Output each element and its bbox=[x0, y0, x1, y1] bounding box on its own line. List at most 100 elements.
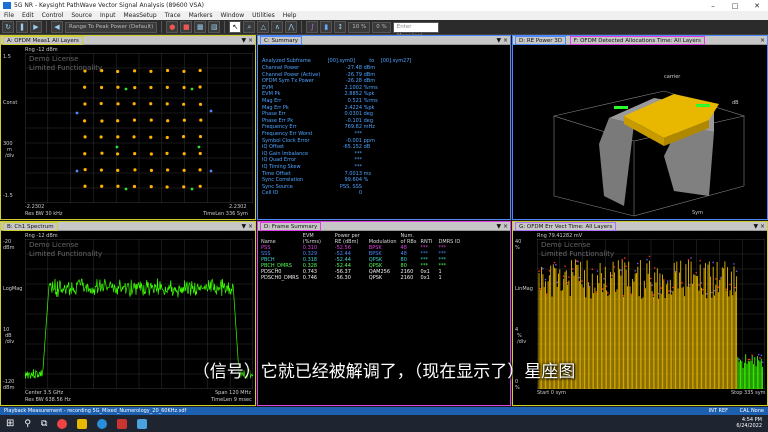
play-icon[interactable]: ▶ bbox=[30, 21, 42, 33]
menu-input[interactable]: Input bbox=[100, 12, 116, 19]
pane-g-title[interactable]: G: OFDM Err Vect Time: All Layers bbox=[515, 222, 617, 231]
constellation-point bbox=[165, 68, 170, 73]
search-input[interactable]: Enter Meas/ical bbox=[392, 21, 439, 39]
pane-3d[interactable]: D: RE Power 3D F: OFDM Detected Allocati… bbox=[512, 35, 768, 220]
summary-row: IQ Offset -65.152 dB bbox=[262, 144, 370, 150]
search-icon[interactable]: ⚲ bbox=[24, 419, 31, 429]
cursor-icon[interactable]: ↖ bbox=[229, 21, 242, 33]
explorer-icon[interactable] bbox=[77, 418, 88, 429]
bars-icon[interactable]: ▮ bbox=[320, 21, 333, 33]
menu-window[interactable]: Window bbox=[220, 12, 244, 19]
evm-marker bbox=[566, 281, 569, 284]
pane-a-title[interactable]: A: OFDM Meas1 All Layers bbox=[3, 36, 83, 45]
constellation-point-dmrs bbox=[115, 145, 119, 149]
tab-re-power-3d[interactable]: D: RE Power 3D bbox=[515, 36, 566, 45]
close-icon[interactable]: ✕ bbox=[746, 2, 768, 10]
constellation-point bbox=[132, 184, 137, 189]
summary-label: Time Offset bbox=[262, 170, 291, 177]
restart-icon[interactable]: ↻ bbox=[2, 21, 14, 33]
pane-constellation[interactable]: A: OFDM Meas1 All Layers ▼ × Rng -12 dBm… bbox=[0, 35, 256, 233]
maximize-icon[interactable]: □ bbox=[724, 2, 746, 10]
taskbar: ⊞ ⚲ ⧉ 4:54 PM 6/24/2022 bbox=[0, 415, 768, 432]
evm-marker bbox=[553, 261, 556, 264]
constellation-point bbox=[165, 102, 169, 106]
tab-detected-allocations[interactable]: F: OFDM Detected Allocations Time: All L… bbox=[569, 36, 705, 45]
menu-markers[interactable]: Markers bbox=[189, 12, 213, 19]
re-power-3d-plot[interactable]: carrier dB Sym bbox=[514, 46, 766, 218]
evm-marker bbox=[652, 294, 655, 296]
fs-col-dmrs[interactable]: DMRS ID bbox=[437, 233, 463, 245]
constellation-point bbox=[116, 85, 120, 89]
fs-col-evm[interactable]: EVM (%rms) bbox=[301, 233, 333, 245]
constellation-point-dmrs bbox=[190, 87, 194, 91]
pane-3d-window-controls[interactable]: × bbox=[760, 36, 765, 45]
window-title-bar: 5G NR - Keysight PathWave Vector Signal … bbox=[0, 0, 768, 11]
summary-row: Mag Err Pk 2.4224 %pk bbox=[262, 105, 374, 111]
constellation-point bbox=[198, 85, 202, 89]
system-clock[interactable]: 4:54 PM 6/24/2022 bbox=[736, 417, 762, 429]
marker-icon[interactable]: △ bbox=[257, 21, 270, 33]
fs-col-power[interactable]: Power per RE (dBm) bbox=[333, 233, 367, 245]
summary-label: IQ Timing Skew bbox=[262, 164, 301, 170]
range-button[interactable]: Range To Peak Power (Default) bbox=[65, 21, 158, 33]
evm-marker bbox=[672, 286, 674, 289]
edge-icon[interactable] bbox=[97, 418, 108, 429]
minimize-icon[interactable]: – bbox=[702, 2, 724, 10]
fs-cell-name: PDSCH0_DMRS bbox=[261, 275, 299, 281]
menu-control[interactable]: Control bbox=[42, 12, 64, 19]
pause-icon[interactable]: ❚ bbox=[16, 21, 28, 33]
constellation-plot[interactable] bbox=[25, 53, 253, 203]
task-view-icon[interactable]: ⧉ bbox=[41, 419, 47, 429]
fs-col-rnti[interactable]: RNTI bbox=[419, 233, 437, 245]
chrome-icon[interactable] bbox=[57, 418, 68, 429]
menu-meassetup[interactable]: MeasSetup bbox=[124, 12, 157, 19]
pane-c-window-controls[interactable]: ▼ × bbox=[496, 36, 508, 45]
fs-col-name[interactable]: Name bbox=[259, 233, 301, 245]
status-cal[interactable]: CAL None bbox=[740, 408, 764, 414]
evm-marker bbox=[620, 269, 622, 271]
menu-help[interactable]: Help bbox=[283, 12, 297, 19]
evm-marker bbox=[624, 257, 626, 259]
pane-a-y-label: Const bbox=[3, 100, 18, 106]
fs-cell-evm: 0.746 bbox=[302, 275, 318, 281]
menu-file[interactable]: File bbox=[4, 12, 14, 19]
rewind-icon[interactable]: ◀ bbox=[51, 21, 63, 33]
layout-icon[interactable]: ▧ bbox=[208, 21, 221, 33]
constellation-point bbox=[149, 69, 153, 73]
summary-unit: mHz bbox=[363, 124, 375, 131]
fs-col-mod[interactable]: Modulation bbox=[367, 233, 399, 245]
menu-utilities[interactable]: Utilities bbox=[252, 12, 275, 19]
fs-col-rbs[interactable]: Num. of RBs bbox=[399, 233, 419, 245]
menu-edit[interactable]: Edit bbox=[22, 12, 34, 19]
stop-icon[interactable]: ■ bbox=[180, 21, 193, 33]
menu-source[interactable]: Source bbox=[71, 12, 92, 19]
constellation-point bbox=[99, 101, 103, 106]
vsa-app-icon[interactable] bbox=[117, 418, 128, 429]
tile-icon[interactable]: ▦ bbox=[194, 21, 207, 33]
pane-a-window-controls[interactable]: ▼ × bbox=[241, 36, 253, 45]
zoom-icon[interactable]: ⌕ bbox=[243, 21, 256, 33]
evm-marker bbox=[546, 293, 548, 295]
marker-peak-icon[interactable]: ⋀ bbox=[285, 21, 298, 33]
pane-fs-title[interactable]: D: Frame Summary bbox=[260, 222, 322, 231]
pane-c-title[interactable]: C: Summary bbox=[260, 36, 303, 45]
pane-g-window-controls[interactable]: ▼ × bbox=[753, 222, 765, 231]
status-ext-ref[interactable]: INT REF bbox=[709, 408, 728, 414]
vsa-app-icon-2[interactable] bbox=[137, 418, 148, 429]
menu-trace[interactable]: Trace bbox=[165, 12, 181, 19]
pane-summary[interactable]: C: Summary ▼ × Analyzed Subframe [00].sy… bbox=[257, 35, 511, 220]
table-row[interactable]: PDSCH0_DMRS 0.746 -56.30 QPSK 2160 0x1 1 bbox=[259, 275, 462, 281]
constellation-point bbox=[199, 118, 203, 122]
windows-start-icon[interactable]: ⊞ bbox=[6, 418, 14, 429]
peak-icon[interactable]: ∧ bbox=[271, 21, 284, 33]
summary-value: -0.101 bbox=[345, 117, 362, 124]
pane-b-window-controls[interactable]: ▼ × bbox=[241, 222, 253, 231]
autoscale-icon[interactable]: ↕ bbox=[334, 21, 347, 33]
pane-fs-window-controls[interactable]: ▼ × bbox=[496, 222, 508, 231]
evm-marker bbox=[625, 265, 627, 268]
record-icon[interactable]: ● bbox=[166, 21, 179, 33]
evm-marker bbox=[572, 268, 574, 270]
pane-b-title[interactable]: B: Ch1 Spectrum bbox=[3, 222, 58, 231]
spectrum-icon[interactable]: ∫ bbox=[306, 21, 319, 33]
evm-marker bbox=[634, 269, 636, 272]
